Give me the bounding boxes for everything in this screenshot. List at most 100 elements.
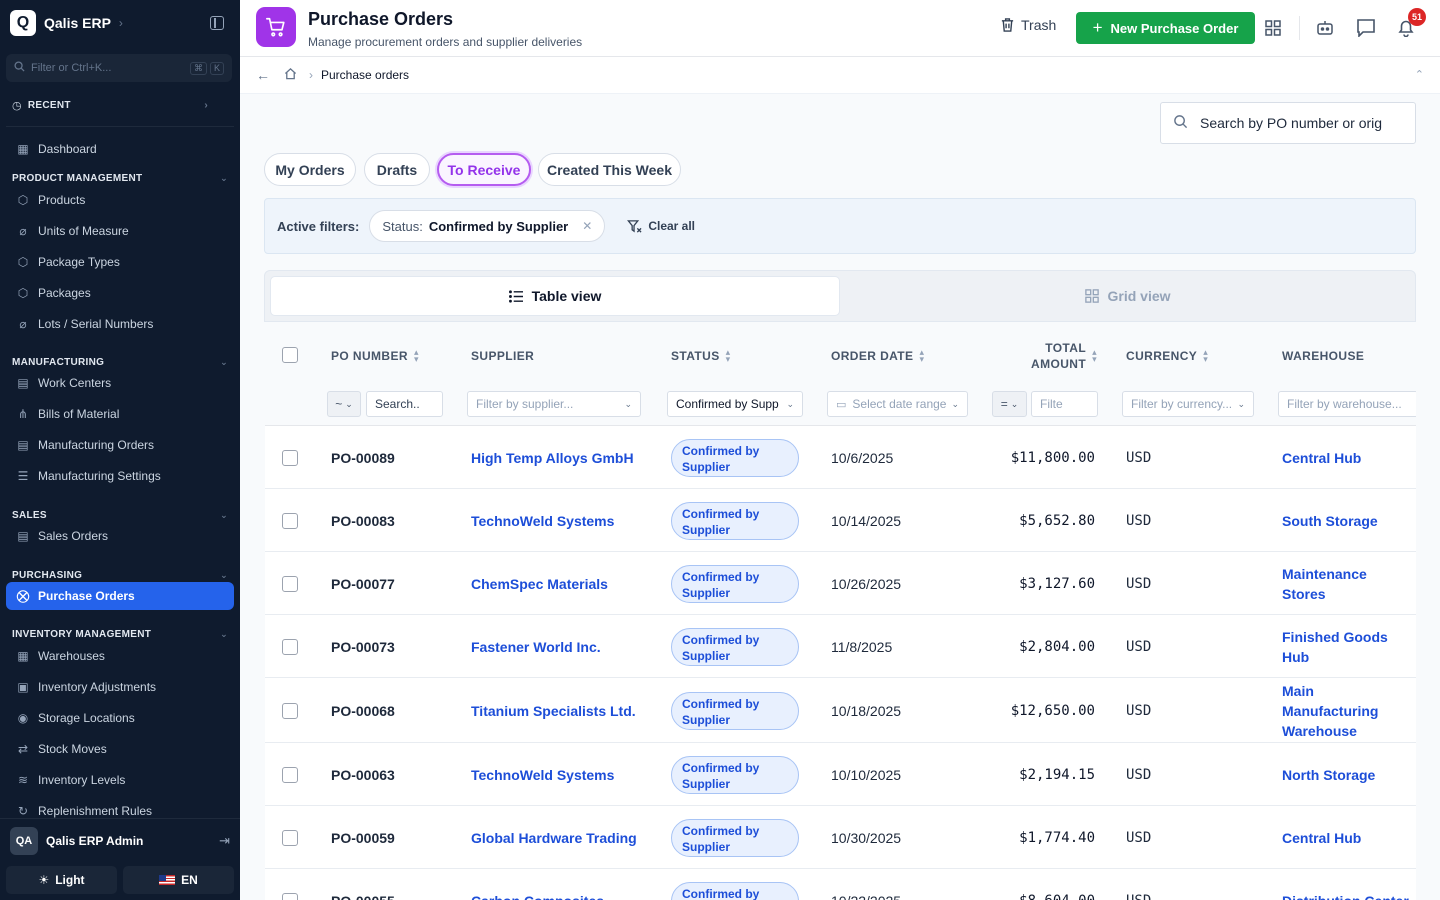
user-panel[interactable]: QA Qalis ERP Admin ⇥ bbox=[0, 818, 240, 862]
status-filter-chip[interactable]: Status: Confirmed by Supplier ✕ bbox=[369, 210, 606, 242]
table-row[interactable]: PO-00083 TechnoWeld Systems Confirmed by S… bbox=[265, 489, 1416, 552]
sidebar-item-warehouses[interactable]: ▦ Warehouses bbox=[6, 642, 234, 670]
warehouse-filter-input[interactable]: Filter by warehouse... bbox=[1278, 391, 1416, 417]
warehouse-link[interactable]: North Storage bbox=[1282, 743, 1414, 806]
warehouse-link[interactable]: Central Hub bbox=[1282, 806, 1414, 869]
back-arrow-icon[interactable]: ← bbox=[256, 67, 270, 83]
row-checkbox[interactable] bbox=[282, 512, 298, 529]
warehouse-link[interactable]: Central Hub bbox=[1282, 426, 1414, 489]
grid-view-button[interactable]: Grid view bbox=[845, 276, 1411, 316]
sidebar-item-stock-moves[interactable]: ⇄ Stock Moves bbox=[6, 735, 234, 763]
apps-grid-icon[interactable] bbox=[1265, 20, 1281, 41]
column-header-supplier[interactable]: SUPPLIER bbox=[471, 336, 534, 376]
table-row[interactable]: PO-00063 TechnoWeld Systems Confirmed by S… bbox=[265, 743, 1416, 806]
table-row[interactable]: PO-00055 Carbon Composites Confirmed by Su… bbox=[265, 869, 1416, 900]
column-header-total-amount[interactable]: TOTAL AMOUNT ▴ ▾ bbox=[1021, 336, 1097, 376]
logout-icon[interactable]: ⇥ bbox=[219, 833, 230, 849]
row-checkbox[interactable] bbox=[282, 892, 298, 900]
row-checkbox[interactable] bbox=[282, 702, 298, 719]
row-checkbox[interactable] bbox=[282, 575, 298, 592]
section-header-manufacturing[interactable]: MANUFACTURING ⌄ bbox=[12, 357, 228, 368]
sidebar-item-purchase-orders[interactable]: ⛒ Purchase Orders bbox=[6, 582, 234, 610]
table-row[interactable]: PO-00077 ChemSpec Materials Confirmed by S… bbox=[265, 552, 1416, 615]
sidebar-item-units-of-measure[interactable]: ⌀ Units of Measure bbox=[6, 217, 234, 245]
status-filter-select[interactable]: Confirmed by Supp ⌄ bbox=[667, 391, 803, 417]
sidebar-item-lots-serial-numbers[interactable]: ⌀ Lots / Serial Numbers bbox=[6, 310, 234, 338]
tab-my-orders[interactable]: My Orders bbox=[264, 153, 356, 186]
po-number-cell[interactable]: PO-00059 bbox=[331, 806, 395, 869]
warehouse-link[interactable]: Distribution Center bbox=[1282, 869, 1414, 900]
select-all-checkbox[interactable] bbox=[282, 347, 298, 363]
app-logo[interactable]: Q bbox=[10, 10, 36, 36]
sidebar-item-package-types[interactable]: ⬡ Package Types bbox=[6, 248, 234, 276]
sidebar-item-manufacturing-settings[interactable]: ☰ Manufacturing Settings bbox=[6, 462, 234, 490]
supplier-link[interactable]: Carbon Composites bbox=[471, 869, 604, 900]
warehouse-link[interactable]: Finished Goods Hub bbox=[1282, 615, 1414, 678]
po-search-input[interactable]: Search by PO number or orig bbox=[1160, 102, 1416, 144]
warehouse-link[interactable]: South Storage bbox=[1282, 489, 1414, 552]
sidebar-collapse-icon[interactable] bbox=[210, 16, 224, 30]
chevron-right-icon[interactable]: › bbox=[119, 16, 123, 30]
section-header-product-management[interactable]: PRODUCT MANAGEMENT ⌄ bbox=[12, 173, 228, 184]
warehouse-link[interactable]: Main Manufacturing Warehouse bbox=[1282, 678, 1414, 743]
po-number-cell[interactable]: PO-00089 bbox=[331, 426, 395, 489]
section-header-purchasing[interactable]: PURCHASING ⌄ bbox=[12, 570, 228, 581]
po-operator-select[interactable]: ~ ⌄ bbox=[327, 391, 361, 417]
amount-filter-input[interactable]: Filte bbox=[1031, 391, 1098, 417]
new-purchase-order-button[interactable]: + New Purchase Order bbox=[1076, 12, 1255, 44]
po-number-cell[interactable]: PO-00068 bbox=[331, 678, 395, 743]
supplier-link[interactable]: TechnoWeld Systems bbox=[471, 489, 614, 552]
po-number-cell[interactable]: PO-00083 bbox=[331, 489, 395, 552]
supplier-link[interactable]: ChemSpec Materials bbox=[471, 552, 608, 615]
row-checkbox[interactable] bbox=[282, 638, 298, 655]
theme-toggle-button[interactable]: ☀ Light bbox=[6, 866, 117, 894]
sidebar-item-manufacturing-orders[interactable]: ▤ Manufacturing Orders bbox=[6, 431, 234, 459]
po-number-cell[interactable]: PO-00077 bbox=[331, 552, 395, 615]
section-header-sales[interactable]: SALES ⌄ bbox=[12, 510, 228, 521]
column-header-order-date[interactable]: ORDER DATE ▴ ▾ bbox=[831, 336, 924, 376]
warehouse-link[interactable]: Maintenance Stores bbox=[1282, 552, 1414, 615]
date-range-filter[interactable]: ▭ Select date range ⌄ bbox=[827, 391, 968, 417]
supplier-link[interactable]: High Temp Alloys GmbH bbox=[471, 426, 634, 489]
tab-to-receive[interactable]: To Receive bbox=[437, 153, 531, 186]
sidebar-item-products[interactable]: ⬡ Products bbox=[6, 186, 234, 214]
sidebar-item-storage-locations[interactable]: ◉ Storage Locations bbox=[6, 704, 234, 732]
supplier-filter-input[interactable]: Filter by supplier... ⌄ bbox=[467, 391, 641, 417]
supplier-link[interactable]: TechnoWeld Systems bbox=[471, 743, 614, 806]
sidebar-filter-input[interactable]: Filter or Ctrl+K... ⌘ K bbox=[6, 54, 232, 82]
chat-icon[interactable] bbox=[1356, 18, 1376, 42]
column-header-status[interactable]: STATUS ▴ ▾ bbox=[671, 336, 731, 376]
sidebar-item-work-centers[interactable]: ▤ Work Centers bbox=[6, 369, 234, 397]
table-row[interactable]: PO-00073 Fastener World Inc. Confirmed by … bbox=[265, 615, 1416, 678]
chevron-up-icon[interactable]: ⌃ bbox=[1415, 68, 1424, 81]
po-number-cell[interactable]: PO-00073 bbox=[331, 615, 395, 678]
section-header-inventory-management[interactable]: INVENTORY MANAGEMENT ⌄ bbox=[12, 629, 228, 640]
po-number-cell[interactable]: PO-00063 bbox=[331, 743, 395, 806]
app-name[interactable]: Qalis ERP bbox=[44, 15, 111, 31]
amount-operator-select[interactable]: = ⌄ bbox=[992, 391, 1027, 417]
row-checkbox[interactable] bbox=[282, 829, 298, 846]
supplier-link[interactable]: Titanium Specialists Ltd. bbox=[471, 678, 636, 743]
robot-assistant-icon[interactable] bbox=[1316, 19, 1334, 41]
tab-created-this-week[interactable]: Created This Week bbox=[538, 153, 681, 186]
table-row[interactable]: PO-00059 Global Hardware Trading Confirmed… bbox=[265, 806, 1416, 869]
sidebar-item-dashboard[interactable]: ▦ Dashboard bbox=[6, 135, 234, 163]
sidebar-item-inventory-adjustments[interactable]: ▣ Inventory Adjustments bbox=[6, 673, 234, 701]
close-icon[interactable]: ✕ bbox=[582, 219, 592, 233]
clear-all-button[interactable]: Clear all bbox=[627, 219, 695, 234]
sidebar-item-packages[interactable]: ⬡ Packages bbox=[6, 279, 234, 307]
po-number-filter-input[interactable]: Search.. bbox=[366, 391, 443, 417]
home-icon[interactable] bbox=[284, 67, 297, 83]
column-header-currency[interactable]: CURRENCY ▴ ▾ bbox=[1126, 336, 1208, 376]
sidebar-item-sales-orders[interactable]: ▤ Sales Orders bbox=[6, 522, 234, 550]
language-button[interactable]: EN bbox=[123, 866, 234, 894]
column-header-warehouse[interactable]: WAREHOUSE bbox=[1282, 336, 1364, 376]
sidebar-item-bills-of-material[interactable]: ⋔ Bills of Material bbox=[6, 400, 234, 428]
column-header-po-number[interactable]: PO NUMBER ▴ ▾ bbox=[331, 336, 419, 376]
trash-button[interactable]: Trash bbox=[1000, 17, 1056, 33]
po-number-cell[interactable]: PO-00055 bbox=[331, 869, 395, 900]
currency-filter-input[interactable]: Filter by currency... ⌄ bbox=[1122, 391, 1254, 417]
table-row[interactable]: PO-00089 High Temp Alloys GmbH Confirmed b… bbox=[265, 426, 1416, 489]
supplier-link[interactable]: Global Hardware Trading bbox=[471, 806, 637, 869]
recent-section[interactable]: ◷ RECENT › bbox=[12, 99, 208, 112]
